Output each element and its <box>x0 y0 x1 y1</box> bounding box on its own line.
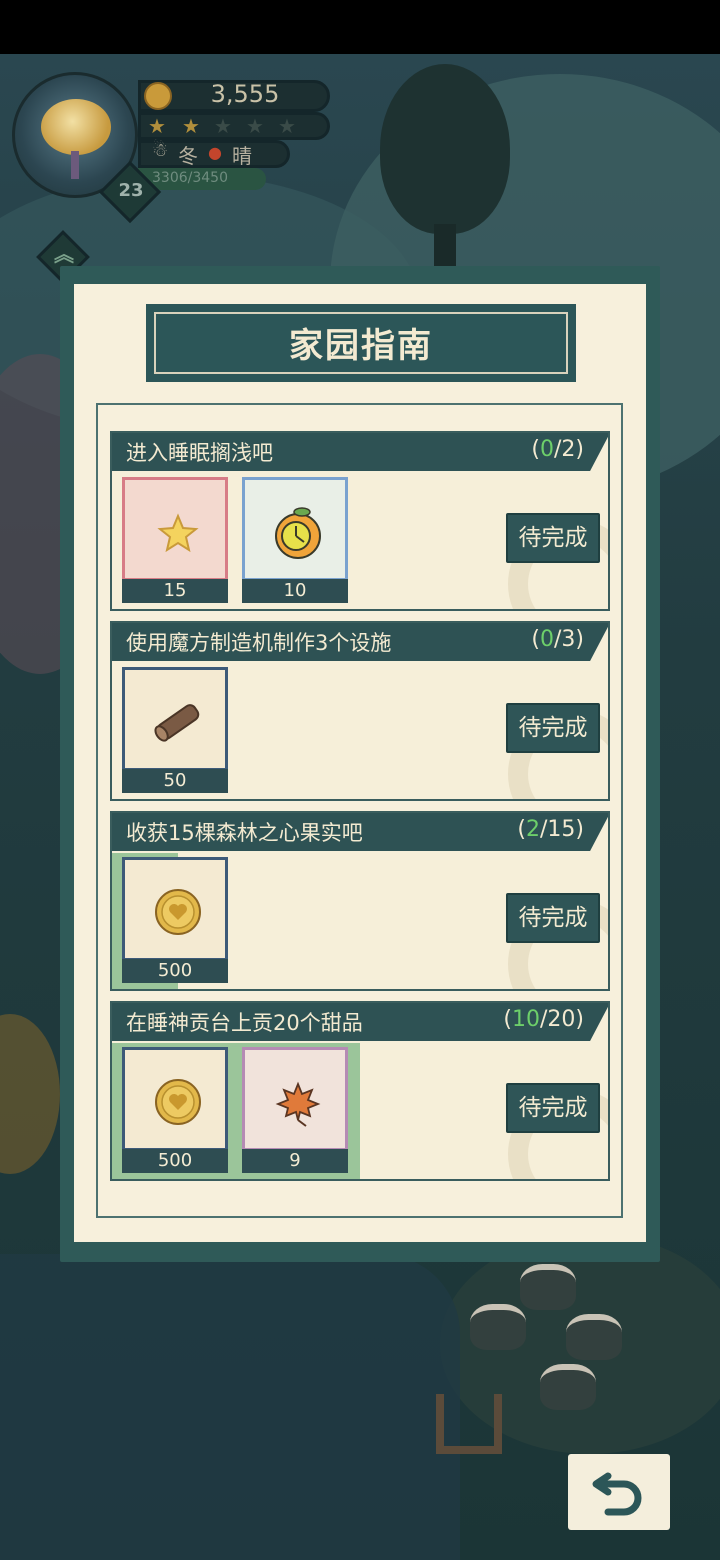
task-progress: (10/20) <box>503 1007 584 1032</box>
dialog-title: 家园指南 <box>289 326 433 366</box>
task-title: 在睡神贡台上贡20个甜品 <box>126 1011 363 1035</box>
task-card: 收获15棵森林之心果实吧 (2/15) 500 待完成 <box>110 811 610 991</box>
reward-count: 10 <box>242 579 348 603</box>
xp-text: 3306/3450 <box>152 170 228 186</box>
undo-arrow-icon <box>592 1472 642 1516</box>
back-button[interactable] <box>568 1454 670 1530</box>
task-progress: (2/15) <box>517 817 584 842</box>
reward-count: 500 <box>122 1149 228 1173</box>
star-icon: ★ <box>214 114 232 138</box>
task-title: 使用魔方制造机制作3个设施 <box>126 631 392 655</box>
coin-icon <box>144 82 172 110</box>
task-card: 进入睡眠搁浅吧 (0/2) 15 10 待完成 <box>110 431 610 611</box>
reward-item[interactable]: 50 <box>122 667 228 793</box>
task-progress: (0/3) <box>531 627 584 652</box>
reward-item[interactable]: 15 <box>122 477 228 603</box>
fruit-clock-icon <box>268 502 328 562</box>
snowman-icon: ☃ <box>152 140 169 161</box>
sun-icon: ● <box>208 143 222 162</box>
task-header: 进入睡眠搁浅吧 (0/2) <box>112 433 608 471</box>
coin-count: 3,555 <box>210 80 280 108</box>
star-icon <box>148 502 208 562</box>
reward-item[interactable]: 10 <box>242 477 348 603</box>
star-icon: ★ <box>246 114 264 138</box>
weather-label: 晴 <box>232 144 252 168</box>
pending-button[interactable]: 待完成 <box>506 1083 600 1133</box>
star-rating-bar <box>138 112 330 140</box>
reward-item[interactable]: 500 <box>122 857 228 983</box>
task-header: 收获15棵森林之心果实吧 (2/15) <box>112 813 608 851</box>
status-bar <box>0 0 720 54</box>
task-card: 使用魔方制造机制作3个设施 (0/3) 50 待完成 <box>110 621 610 801</box>
reward-count: 50 <box>122 769 228 793</box>
heart-coin-icon <box>148 1072 208 1132</box>
tree-icon <box>41 99 111 155</box>
star-icon: ★ <box>182 114 200 138</box>
pending-button[interactable]: 待完成 <box>506 703 600 753</box>
heart-coin-icon <box>148 882 208 942</box>
star-icon: ★ <box>278 114 296 138</box>
task-header: 在睡神贡台上贡20个甜品 (10/20) <box>112 1003 608 1041</box>
task-header: 使用魔方制造机制作3个设施 (0/3) <box>112 623 608 661</box>
task-progress: (0/2) <box>531 437 584 462</box>
reward-count: 500 <box>122 959 228 983</box>
reward-item[interactable]: 500 <box>122 1047 228 1173</box>
task-title: 收获15棵森林之心果实吧 <box>126 821 363 845</box>
chevron-up-icon[interactable]: ︽ <box>50 238 78 267</box>
level-number: 23 <box>118 180 144 201</box>
maple-leaf-icon <box>268 1072 328 1132</box>
pending-button[interactable]: 待完成 <box>506 893 600 943</box>
reward-count: 9 <box>242 1149 348 1173</box>
season-label: 冬 <box>178 144 198 168</box>
task-card: 在睡神贡台上贡20个甜品 (10/20) 500 9 待完成 <box>110 1001 610 1181</box>
wood-log-icon <box>148 692 208 752</box>
pending-button[interactable]: 待完成 <box>506 513 600 563</box>
reward-count: 15 <box>122 579 228 603</box>
star-icon: ★ <box>148 114 166 138</box>
reward-item[interactable]: 9 <box>242 1047 348 1173</box>
task-title: 进入睡眠搁浅吧 <box>126 441 273 465</box>
